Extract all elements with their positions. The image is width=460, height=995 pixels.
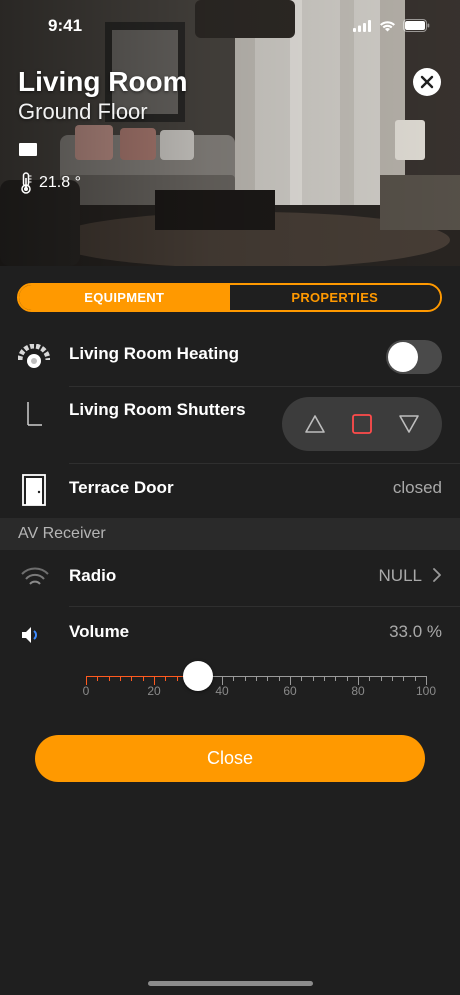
shutter-stop-button[interactable] bbox=[351, 413, 373, 435]
shutter-icon bbox=[27, 402, 42, 426]
slider-tick bbox=[131, 676, 133, 681]
slider-tick bbox=[403, 676, 405, 681]
slider-tick bbox=[142, 676, 144, 681]
speaker-icon bbox=[22, 627, 37, 643]
radio-label: Radio bbox=[69, 566, 117, 585]
slider-tick bbox=[346, 676, 348, 681]
door-icon bbox=[22, 474, 46, 506]
slider-tick bbox=[233, 676, 235, 681]
slider-tick bbox=[256, 676, 257, 681]
heating-label: Living Room Heating bbox=[69, 344, 239, 363]
tab-properties[interactable]: PROPERTIES bbox=[229, 285, 440, 310]
av-section-title: AV Receiver bbox=[18, 525, 106, 542]
dismiss-button[interactable] bbox=[413, 68, 441, 96]
slider-tick bbox=[335, 676, 337, 681]
slider-tick-label: 40 bbox=[215, 684, 229, 698]
slider-tick bbox=[108, 676, 110, 681]
slider-tick-label: 80 bbox=[351, 684, 365, 698]
slider-tick-label: 20 bbox=[147, 684, 161, 698]
slider-tick bbox=[267, 676, 269, 681]
slider-tick-label: 0 bbox=[82, 684, 90, 698]
slider-tick bbox=[324, 676, 325, 681]
close-icon bbox=[420, 75, 434, 89]
radio-value: NULL bbox=[378, 566, 422, 585]
door-label: Terrace Door bbox=[69, 478, 174, 497]
battery-icon bbox=[403, 19, 430, 32]
wifi-icon bbox=[21, 567, 49, 585]
temperature-value: 21.8 ° bbox=[39, 174, 81, 191]
row-divider bbox=[69, 386, 460, 387]
tab-equipment[interactable]: EQUIPMENT bbox=[19, 285, 230, 310]
slider-tick bbox=[414, 676, 416, 681]
shutter-up-button[interactable] bbox=[304, 414, 326, 434]
home-indicator bbox=[148, 981, 313, 986]
slider-tick bbox=[97, 676, 99, 681]
room-title: Living Room bbox=[18, 66, 188, 97]
row-divider bbox=[69, 606, 460, 607]
slider-tick bbox=[244, 676, 246, 681]
slider-tick bbox=[312, 676, 314, 681]
shutters-label: Living Room Shutters bbox=[69, 400, 246, 419]
status-time: 9:41 bbox=[48, 16, 83, 35]
slider-tick-label: 100 bbox=[415, 684, 437, 698]
slider-tick bbox=[176, 676, 178, 681]
slider-thumb[interactable] bbox=[183, 661, 214, 691]
chevron-right-icon bbox=[433, 568, 441, 582]
close-button[interactable]: Close bbox=[35, 735, 425, 782]
status-icons bbox=[353, 19, 430, 32]
toggle-knob bbox=[388, 342, 418, 372]
slider-tick bbox=[278, 676, 280, 681]
slider-tick bbox=[369, 676, 371, 681]
slider-tick bbox=[392, 676, 393, 681]
status-bar: 9:41 bbox=[0, 14, 460, 40]
av-section-header: AV Receiver bbox=[0, 518, 460, 550]
volume-value: 33.0 % bbox=[389, 622, 442, 641]
shutter-controls bbox=[282, 397, 442, 451]
slider-tick bbox=[120, 676, 121, 681]
volume-label: Volume bbox=[69, 622, 130, 641]
slider-tick bbox=[165, 676, 167, 681]
thermometer-icon bbox=[21, 172, 32, 194]
door-status: closed bbox=[392, 478, 442, 497]
row-divider bbox=[69, 463, 460, 464]
wifi-status-icon bbox=[380, 20, 395, 31]
view-segmented-control: EQUIPMENT PROPERTIES bbox=[17, 283, 442, 312]
heating-icon bbox=[18, 344, 50, 368]
heating-toggle[interactable] bbox=[386, 340, 442, 374]
room-floor: Ground Floor bbox=[18, 99, 148, 124]
cellular-signal-icon bbox=[353, 19, 371, 32]
slider-tick-label: 60 bbox=[283, 684, 297, 698]
shutter-down-button[interactable] bbox=[398, 414, 420, 434]
window-icon bbox=[19, 143, 37, 156]
room-temperature: 21.8 ° bbox=[19, 172, 81, 194]
slider-tick bbox=[380, 676, 382, 681]
volume-slider[interactable]: 0 20 40 60 80 100 bbox=[82, 661, 436, 704]
slider-tick bbox=[301, 676, 303, 681]
